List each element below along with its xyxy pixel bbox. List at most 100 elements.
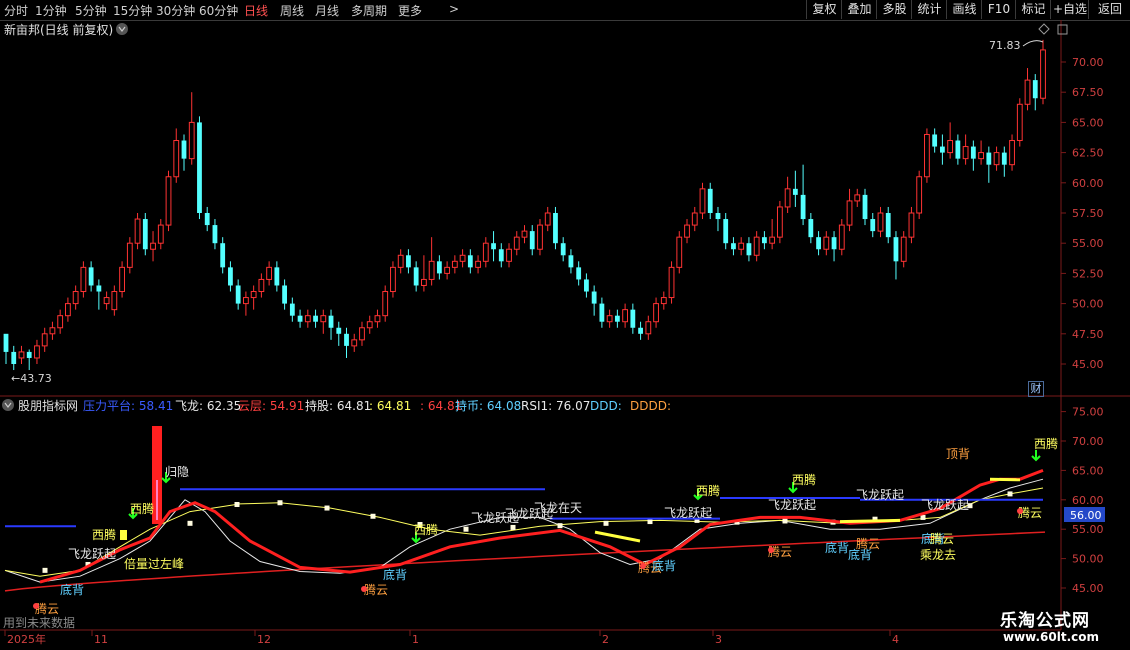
candle-body: [544, 212, 551, 226]
candle-body: [1001, 152, 1007, 165]
candle-body: [537, 224, 543, 250]
candle-body: [978, 152, 984, 160]
candle-body: [243, 297, 249, 305]
signal-dot: [647, 519, 653, 525]
candle-body: [96, 285, 102, 292]
candle-body: [65, 303, 71, 317]
candle-body: [173, 140, 180, 178]
candle-body: [359, 327, 365, 341]
signal-dot: [187, 520, 193, 526]
candle-body: [274, 267, 280, 286]
candle-body: [420, 278, 427, 286]
candle-body: [34, 345, 40, 359]
high-arrow: [1022, 40, 1044, 47]
candle-body: [738, 242, 745, 250]
candle-body: [390, 266, 396, 293]
annotation-tengyun: 腾云: [930, 531, 954, 546]
candle-body: [553, 213, 558, 244]
legend-item: : 64.81: [369, 399, 411, 413]
signal-dot: [1007, 491, 1013, 497]
candle-body: [1040, 49, 1046, 99]
main-price-panel: 新亩邦(日线 前复权) 71.83 ←43.73: [3, 22, 1068, 385]
future-data-note: 用到未来数据: [3, 616, 76, 630]
finance-badge[interactable]: 财: [1028, 381, 1044, 397]
indicator-tick-label: 50.00: [1072, 553, 1104, 566]
candle-body: [769, 236, 776, 244]
candle-body: [746, 243, 752, 256]
chart-title: 新亩邦(日线 前复权): [4, 22, 113, 37]
indicator-tick-label: 55.00: [1072, 523, 1104, 536]
price-tick-label: 52.50: [1072, 267, 1104, 280]
candle-body: [413, 267, 419, 286]
indicator-dropdown-icon[interactable]: [2, 399, 14, 411]
candle-body: [970, 146, 976, 159]
candle-body: [328, 315, 334, 328]
candle-body: [165, 176, 172, 226]
title-dropdown-icon[interactable]: [116, 23, 128, 35]
candle-body: [924, 133, 930, 178]
indicator-name: 股朋指标网: [18, 398, 78, 413]
signal-dot: [557, 523, 563, 529]
annotation-feilong: 飞龙跃起: [768, 498, 816, 512]
candle-body: [668, 266, 675, 299]
chart-canvas: 新亩邦(日线 前复权)71.83←43.73 股朋指标网 压力平台: 58.41 飞…: [0, 20, 1130, 646]
candle-body: [289, 303, 295, 316]
candle-body: [707, 188, 713, 213]
candle-body: [838, 224, 845, 250]
candle-body: [792, 188, 798, 195]
candle-body: [576, 267, 582, 280]
high-price-label: 71.83: [989, 39, 1021, 52]
candle-body: [916, 176, 923, 214]
candle-body: [1024, 79, 1031, 105]
signal-dot: [782, 518, 788, 524]
candle-body: [513, 236, 520, 250]
candle-body: [80, 266, 87, 293]
spike-inner: [156, 480, 158, 520]
candle-body: [235, 285, 241, 304]
indicator-tick-label: 45.00: [1072, 582, 1104, 595]
candle-body: [297, 315, 303, 322]
annotation-feilong: 飞龙跃起: [921, 498, 969, 512]
candle-body: [320, 315, 327, 323]
panel-toggle-icon[interactable]: [1057, 24, 1068, 35]
sell-marker: [361, 586, 367, 592]
legend-item: DDD:: [590, 399, 622, 413]
date-tick-label: 2025年: [7, 632, 46, 646]
candle-body: [831, 237, 837, 250]
indicator-tick-label: 60.00: [1072, 494, 1104, 507]
candle-body: [955, 140, 961, 159]
indicator-tick-label: 75.00: [1072, 406, 1104, 419]
hold-highlight: [989, 477, 1021, 482]
annotation-xilong: 西腾: [414, 522, 438, 537]
legend-item: 压力平台: 58.41: [83, 398, 173, 413]
indicator-tick-label: 65.00: [1072, 464, 1104, 477]
annotation-dibei: 底背: [60, 582, 84, 597]
legend-item: 持股: 64.81: [305, 398, 371, 413]
candle-body: [188, 121, 195, 160]
price-tick-label: 65.00: [1072, 116, 1104, 129]
date-tick-label: 11: [94, 633, 108, 646]
annotation-xilong: 西腾: [696, 483, 720, 498]
candle-body: [660, 297, 667, 305]
diamond-icon[interactable]: [1038, 23, 1050, 35]
candle-body: [622, 309, 629, 323]
candle-body: [908, 212, 915, 238]
candle-body: [491, 243, 496, 250]
candle-body: [134, 218, 141, 244]
candle-body: [816, 237, 821, 250]
candle-body: [584, 279, 589, 292]
sell-marker: [768, 547, 774, 553]
candle-body: [854, 194, 861, 202]
candle-body: [266, 266, 273, 280]
annotation-dingbei: 顶背: [946, 447, 970, 461]
candle-body: [731, 243, 736, 250]
candle-body: [691, 212, 698, 226]
candle-body: [762, 237, 767, 244]
candle-body: [591, 291, 597, 304]
candle-body: [560, 243, 566, 256]
date-tick-label: 2: [602, 633, 609, 646]
candle-body: [823, 236, 830, 250]
signal-dot: [324, 505, 330, 511]
candle-body: [451, 260, 458, 268]
watermark-url: www.60lt.com: [1003, 630, 1100, 644]
